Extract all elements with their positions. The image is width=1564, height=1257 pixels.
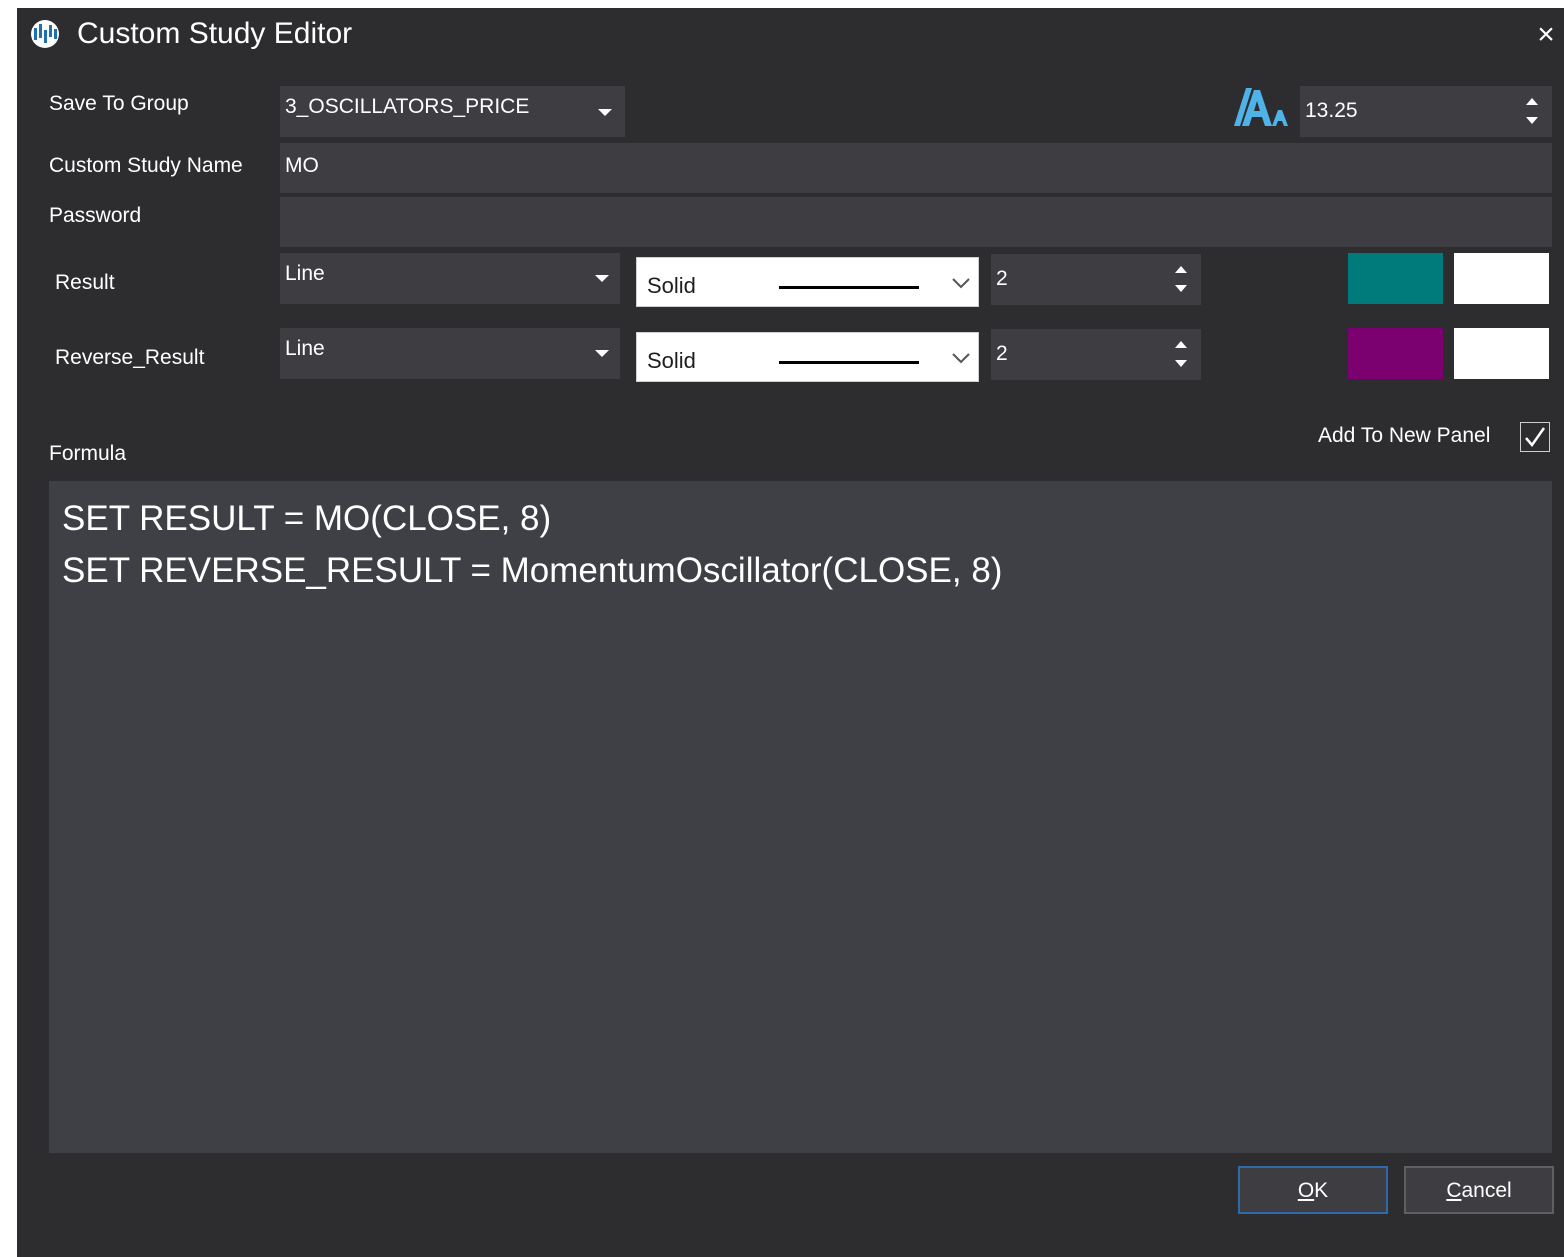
chevron-down-icon — [595, 275, 609, 282]
font-size-value: 13.25 — [1305, 99, 1358, 122]
reverse-result-chart-type-dropdown[interactable]: Line — [280, 328, 620, 379]
ok-button[interactable]: OK — [1238, 1166, 1388, 1214]
reverse-result-line-width-value: 2 — [996, 342, 1008, 365]
result-line-width-value: 2 — [996, 267, 1008, 290]
cancel-mnemonic: C — [1446, 1179, 1462, 1202]
spin-up-icon[interactable] — [1175, 266, 1187, 273]
custom-study-name-label: Custom Study Name — [49, 154, 243, 177]
spin-down-icon[interactable] — [1175, 360, 1187, 367]
chevron-down-icon — [598, 109, 612, 116]
reverse-result-label: Reverse_Result — [55, 346, 205, 369]
chevron-down-icon — [595, 350, 609, 357]
save-to-group-label: Save To Group — [49, 92, 189, 115]
save-to-group-dropdown[interactable]: 3_OSCILLATORS_PRICE — [280, 86, 625, 137]
result-line-style-value: Solid — [647, 273, 696, 298]
reverse-result-secondary-color-swatch[interactable] — [1454, 328, 1549, 379]
window-title: Custom Study Editor — [77, 17, 353, 50]
result-chart-type-dropdown[interactable]: Line — [280, 253, 620, 304]
result-secondary-color-swatch[interactable] — [1454, 253, 1549, 304]
reverse-result-line-style-value: Solid — [647, 348, 696, 373]
formula-line: SET REVERSE_RESULT = MomentumOscillator(… — [62, 551, 1003, 590]
font-size-stepper[interactable]: 13.25 — [1300, 86, 1552, 137]
line-style-preview — [779, 286, 919, 289]
ok-label-rest: K — [1314, 1179, 1329, 1202]
password-label: Password — [49, 204, 142, 227]
spin-up-icon[interactable] — [1526, 98, 1538, 105]
checkmark-icon — [1525, 427, 1546, 448]
title-bar: Custom Study Editor × — [17, 8, 1564, 64]
formula-label: Formula — [49, 442, 127, 465]
chevron-down-icon — [952, 278, 970, 289]
formula-line: SET RESULT = MO(CLOSE, 8) — [62, 499, 552, 538]
add-to-new-panel-label: Add To New Panel — [1318, 424, 1491, 447]
spin-up-icon[interactable] — [1175, 341, 1187, 348]
result-label: Result — [55, 271, 115, 294]
ok-mnemonic: O — [1297, 1179, 1315, 1202]
close-button[interactable]: × — [1531, 18, 1561, 52]
result-line-width-stepper[interactable]: 2 — [991, 254, 1201, 305]
reverse-result-line-style-dropdown[interactable]: Solid — [636, 332, 979, 382]
chevron-down-icon — [952, 353, 970, 364]
app-logo-icon — [31, 20, 59, 48]
text-size-icon — [1234, 88, 1288, 126]
result-color-swatch[interactable] — [1348, 253, 1443, 304]
formula-editor[interactable]: SET RESULT = MO(CLOSE, 8) SET REVERSE_RES… — [49, 481, 1552, 1153]
save-to-group-value: 3_OSCILLATORS_PRICE — [285, 95, 530, 118]
spin-down-icon[interactable] — [1175, 285, 1187, 292]
cancel-label-rest: ancel — [1461, 1179, 1512, 1202]
add-to-new-panel-checkbox[interactable] — [1520, 422, 1550, 452]
spin-down-icon[interactable] — [1526, 117, 1538, 124]
reverse-result-chart-type-value: Line — [285, 337, 325, 360]
line-style-preview — [779, 361, 919, 364]
result-chart-type-value: Line — [285, 262, 325, 285]
reverse-result-line-width-stepper[interactable]: 2 — [991, 329, 1201, 380]
result-line-style-dropdown[interactable]: Solid — [636, 257, 979, 307]
cancel-button[interactable]: Cancel — [1404, 1166, 1554, 1214]
custom-study-editor-window: Custom Study Editor × Save To Group 3_OS… — [17, 8, 1564, 1257]
reverse-result-color-swatch[interactable] — [1348, 328, 1443, 379]
password-input[interactable] — [280, 197, 1552, 247]
custom-study-name-value: MO — [285, 154, 319, 177]
custom-study-name-input[interactable]: MO — [280, 143, 1552, 193]
